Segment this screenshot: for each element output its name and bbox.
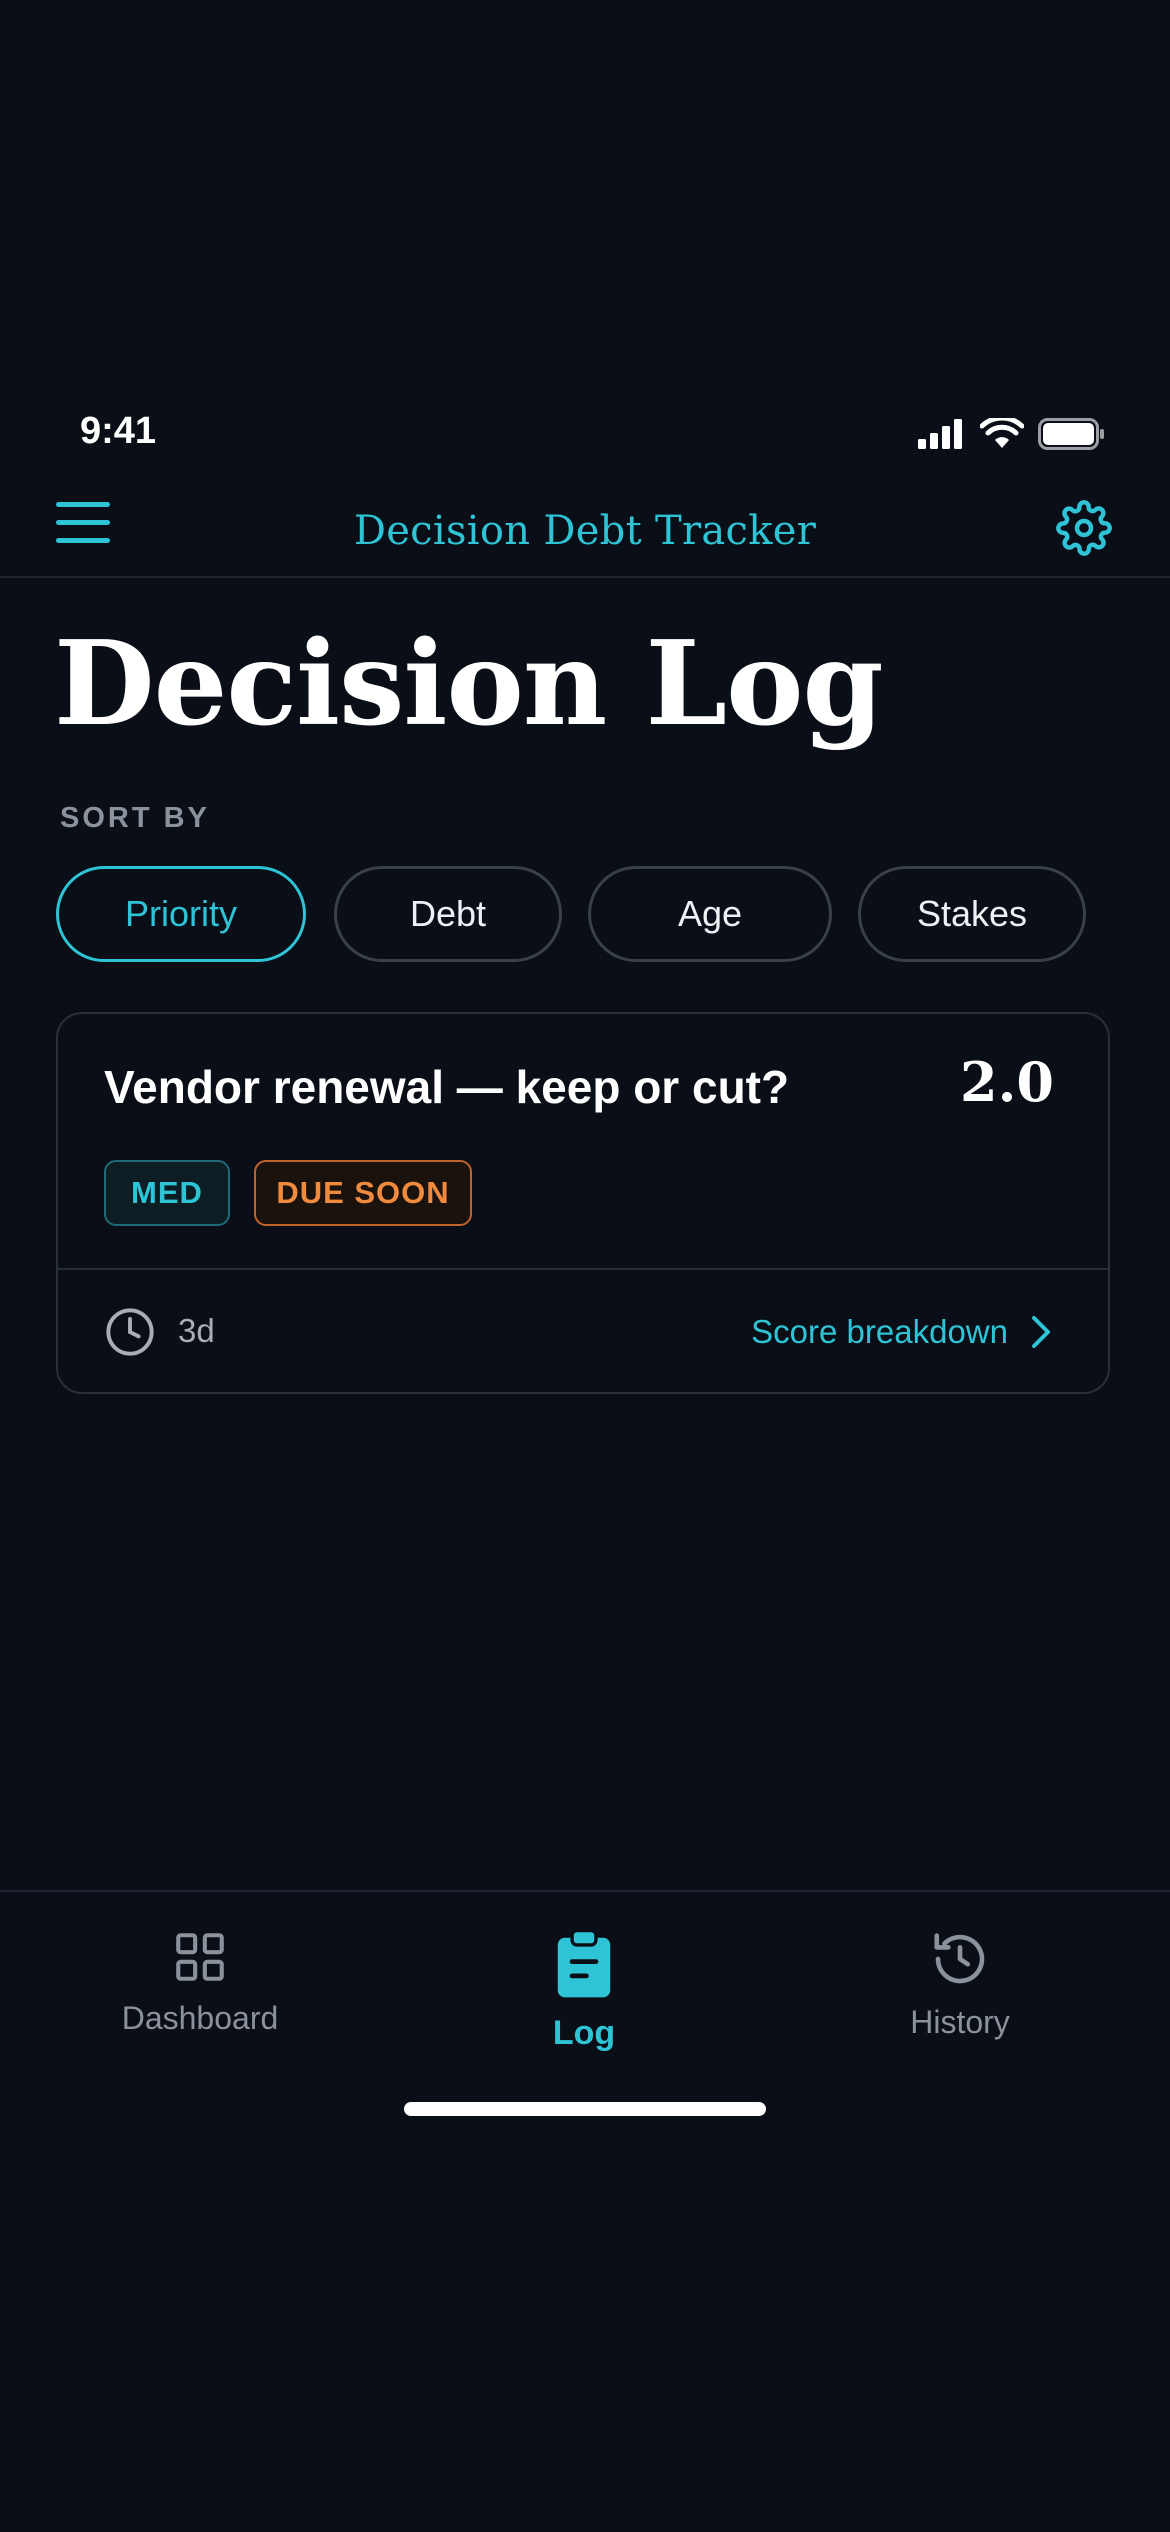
signal-icon bbox=[918, 419, 962, 449]
app-title: Decision Debt Tracker bbox=[353, 508, 817, 554]
tab-dashboard[interactable]: Dashboard bbox=[70, 1928, 330, 2037]
tab-history-label: History bbox=[910, 2004, 1010, 2040]
top-nav-bar: Decision Debt Tracker bbox=[0, 478, 1170, 578]
sort-chip-priority[interactable]: Priority bbox=[56, 866, 306, 962]
priority-badge: MED bbox=[104, 1160, 230, 1226]
chevron-right-icon bbox=[1032, 1316, 1050, 1348]
page: 9:41 Decision Debt Tracker Decision Log … bbox=[0, 0, 1170, 2532]
tab-log-label: Log bbox=[552, 2014, 616, 2052]
battery-icon bbox=[1038, 418, 1104, 450]
status-icons bbox=[918, 418, 1106, 450]
status-bar: 9:41 bbox=[0, 388, 1170, 488]
tab-history[interactable]: History bbox=[830, 1928, 1090, 2041]
clock-icon bbox=[106, 1308, 154, 1356]
sort-chip-age[interactable]: Age bbox=[588, 866, 832, 962]
home-indicator bbox=[404, 2102, 766, 2116]
tab-dashboard-label: Dashboard bbox=[121, 2000, 279, 2036]
sort-by-label: SORT BY bbox=[60, 802, 210, 834]
card-divider bbox=[58, 1268, 1108, 1270]
due-soon-badge: DUE SOON bbox=[254, 1160, 472, 1226]
app-screen: 9:41 Decision Debt Tracker Decision Log … bbox=[0, 388, 1170, 2142]
decision-title: Vendor renewal — keep or cut? bbox=[104, 1061, 790, 1113]
decision-card[interactable]: Vendor renewal — keep or cut? 2.0 MED DU… bbox=[56, 1012, 1110, 1394]
sort-chip-debt[interactable]: Debt bbox=[334, 866, 562, 962]
clipboard-icon bbox=[557, 1928, 611, 1998]
grid-icon bbox=[176, 1933, 224, 1981]
sort-chip-stakes[interactable]: Stakes bbox=[858, 866, 1086, 962]
history-icon bbox=[934, 1933, 985, 1984]
gear-icon[interactable] bbox=[1056, 500, 1112, 556]
tab-log[interactable]: Log bbox=[454, 1928, 714, 2053]
score-breakdown-link[interactable]: Score breakdown bbox=[751, 1306, 1052, 1358]
score-breakdown-label: Score breakdown bbox=[751, 1313, 1008, 1350]
status-time: 9:41 bbox=[80, 410, 157, 452]
wifi-icon bbox=[980, 418, 1024, 448]
decision-age: 3d bbox=[178, 1312, 215, 1349]
page-title: Decision Log bbox=[54, 616, 884, 752]
decision-score: 2.0 bbox=[960, 1050, 1054, 1114]
